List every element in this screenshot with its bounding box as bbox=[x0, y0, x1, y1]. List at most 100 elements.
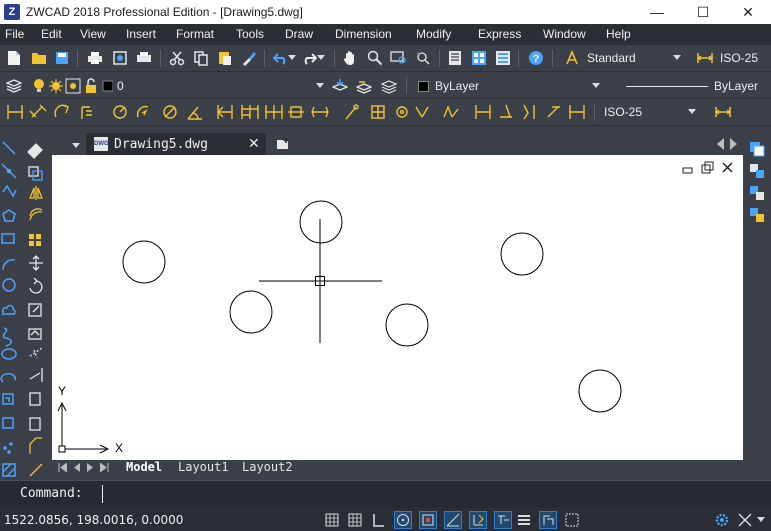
match-properties-icon[interactable] bbox=[240, 49, 258, 67]
viewport-restore-icon[interactable] bbox=[701, 161, 714, 174]
menu-dimension[interactable]: Dimension bbox=[335, 27, 392, 41]
rotate-icon bbox=[29, 277, 43, 294]
command-line[interactable]: Command: bbox=[0, 480, 771, 508]
make-object-layer-current-icon[interactable] bbox=[331, 77, 349, 95]
open-folder-icon[interactable] bbox=[30, 49, 48, 67]
zoom-realtime-icon[interactable] bbox=[366, 49, 384, 67]
layer-manager-icon[interactable] bbox=[5, 77, 23, 95]
next-layout-icon[interactable] bbox=[84, 458, 96, 476]
dimension-break-icon bbox=[547, 106, 560, 118]
new-tab-icon[interactable] bbox=[274, 135, 292, 153]
dimension-override-icon bbox=[500, 104, 512, 118]
tab-drawing5[interactable]: DWG Drawing5.dwg ✕ bbox=[86, 133, 266, 155]
close-tab-icon[interactable]: ✕ bbox=[248, 135, 260, 152]
minimize-button[interactable]: — bbox=[634, 0, 680, 24]
scroll-tabs-left-icon[interactable] bbox=[715, 135, 727, 153]
selection-cycling-icon[interactable] bbox=[563, 511, 581, 529]
workspace-gear-icon[interactable] bbox=[713, 511, 731, 529]
sheet-set-panel-icon[interactable] bbox=[748, 206, 766, 224]
ortho-mode-icon[interactable] bbox=[369, 511, 387, 529]
layer-dropdown[interactable]: 0 bbox=[113, 76, 328, 96]
grid-display-icon[interactable] bbox=[346, 511, 364, 529]
arc-icon bbox=[2, 259, 16, 271]
previous-layout-icon[interactable] bbox=[70, 458, 82, 476]
menu-express[interactable]: Express bbox=[478, 27, 521, 41]
dimension-style-settings-icon[interactable] bbox=[714, 103, 732, 121]
cut-icon[interactable] bbox=[168, 49, 186, 67]
dimension-style-dropdown[interactable]: ISO-25 bbox=[716, 48, 771, 68]
tab-layout1[interactable]: Layout1 bbox=[178, 460, 229, 474]
insert-block-icon bbox=[2, 393, 14, 405]
publish-icon[interactable] bbox=[135, 49, 153, 67]
object-snap-tracking-icon[interactable] bbox=[444, 511, 462, 529]
tool-palette-panel-icon[interactable] bbox=[748, 184, 766, 202]
layer-previous-icon[interactable] bbox=[355, 77, 373, 95]
new-file-icon[interactable] bbox=[5, 49, 23, 67]
design-center-icon[interactable] bbox=[470, 49, 488, 67]
object-snap-icon[interactable] bbox=[419, 511, 437, 529]
layer-thaw-sun-icon[interactable] bbox=[47, 77, 65, 95]
last-layout-icon[interactable] bbox=[98, 458, 110, 476]
menu-insert[interactable]: Insert bbox=[126, 27, 156, 41]
model-space-icon[interactable] bbox=[539, 511, 557, 529]
help-icon[interactable]: ? bbox=[527, 49, 545, 67]
tool-palettes-icon[interactable] bbox=[494, 49, 512, 67]
print-icon[interactable] bbox=[86, 49, 104, 67]
drawing-canvas[interactable]: Y X bbox=[52, 155, 743, 460]
viewport-close-icon[interactable] bbox=[722, 162, 733, 173]
angular-dimension-icon bbox=[187, 106, 202, 120]
print-preview-icon[interactable] bbox=[111, 49, 129, 67]
polar-tracking-icon[interactable] bbox=[394, 511, 412, 529]
menu-file[interactable]: File bbox=[5, 27, 24, 41]
chevron-down-icon bbox=[688, 109, 696, 114]
tab-layout2[interactable]: Layout2 bbox=[242, 460, 293, 474]
layer-unlock-icon[interactable] bbox=[82, 77, 100, 95]
tab-model[interactable]: Model bbox=[126, 460, 162, 474]
first-layout-icon[interactable] bbox=[56, 458, 68, 476]
maximize-button[interactable]: ☐ bbox=[680, 0, 726, 24]
dimension-space-icon bbox=[523, 104, 535, 120]
lineweight-icon[interactable] bbox=[515, 511, 533, 529]
viewport-minimize-icon[interactable] bbox=[682, 167, 693, 174]
draw-modify-panel bbox=[0, 128, 48, 480]
color-swatch-icon bbox=[418, 80, 429, 92]
status-menu-dropdown-icon[interactable] bbox=[754, 511, 768, 529]
menu-modify[interactable]: Modify bbox=[416, 27, 451, 41]
menu-view[interactable]: View bbox=[80, 27, 106, 41]
zoom-previous-icon[interactable] bbox=[414, 49, 432, 67]
dynamic-input-icon[interactable] bbox=[494, 511, 512, 529]
menu-format[interactable]: Format bbox=[176, 27, 214, 41]
layers-toolbar: 0 ByLayer ByLayer bbox=[0, 72, 771, 99]
copy-icon[interactable] bbox=[192, 49, 210, 67]
zoom-window-icon[interactable] bbox=[390, 49, 408, 67]
undo-dropdown-icon[interactable] bbox=[287, 49, 297, 67]
layer-on-bulb-icon[interactable] bbox=[30, 77, 48, 95]
redo-dropdown-icon[interactable] bbox=[316, 49, 326, 67]
linetype-dropdown[interactable]: ByLayer bbox=[614, 76, 771, 96]
color-dropdown[interactable]: ByLayer bbox=[414, 76, 604, 96]
menu-tools[interactable]: Tools bbox=[236, 27, 264, 41]
layer-states-icon[interactable] bbox=[380, 77, 398, 95]
dimension-style-dropdown-2[interactable]: ISO-25 bbox=[600, 102, 700, 122]
paste-icon[interactable] bbox=[216, 49, 234, 67]
fullscreen-icon[interactable] bbox=[736, 511, 754, 529]
menu-window[interactable]: Window bbox=[543, 27, 586, 41]
scroll-tabs-right-icon[interactable] bbox=[728, 135, 740, 153]
circle-entity bbox=[385, 303, 429, 347]
properties-icon[interactable] bbox=[446, 49, 464, 67]
pan-hand-icon[interactable] bbox=[341, 49, 359, 67]
text-style-dropdown[interactable]: Standard bbox=[583, 48, 685, 68]
dynamic-ucs-icon[interactable] bbox=[469, 511, 487, 529]
layer-viewport-icon[interactable] bbox=[64, 77, 82, 95]
menu-help[interactable]: Help bbox=[606, 27, 631, 41]
properties-panel-icon[interactable] bbox=[748, 140, 766, 158]
save-icon[interactable] bbox=[53, 49, 71, 67]
tab-list-dropdown-icon[interactable] bbox=[70, 137, 82, 155]
close-button[interactable]: ✕ bbox=[725, 0, 771, 24]
menu-draw[interactable]: Draw bbox=[285, 27, 313, 41]
snap-mode-icon[interactable] bbox=[323, 511, 341, 529]
menu-edit[interactable]: Edit bbox=[41, 27, 62, 41]
linear-dimension-icon bbox=[7, 105, 23, 119]
design-center-panel-icon[interactable] bbox=[748, 162, 766, 180]
text-style-value: Standard bbox=[587, 51, 636, 65]
